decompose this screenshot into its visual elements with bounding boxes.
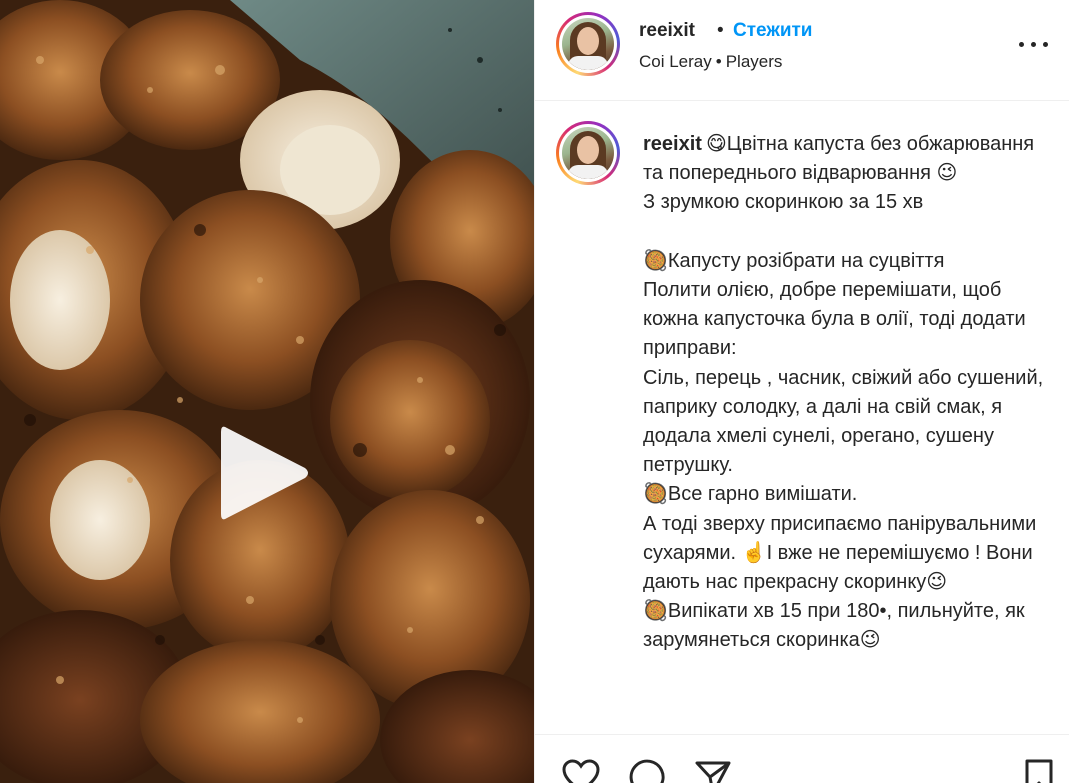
more-options-button[interactable] (1017, 30, 1051, 58)
header-separator: • (717, 20, 724, 41)
play-icon (221, 426, 308, 520)
caption-text: 😋Цвітна капуста без обжарювання та попер… (643, 133, 1044, 652)
follow-button[interactable]: Стежити (733, 20, 812, 42)
comment-icon (629, 759, 665, 783)
comment-button[interactable] (627, 757, 667, 783)
post-details-panel: reeixit • Стежити Coi Leray • Players reei… (534, 0, 1069, 783)
share-icon (695, 761, 731, 783)
save-button[interactable] (1021, 757, 1061, 783)
comments-scroll-area[interactable]: reeixit 😋Цвітна капуста без обжарювання т… (535, 102, 1069, 734)
post-video[interactable] (0, 0, 534, 783)
author-username[interactable]: reeixit (639, 20, 695, 42)
more-dot-icon (1043, 42, 1048, 47)
author-avatar[interactable] (556, 12, 620, 76)
share-button[interactable] (693, 757, 733, 783)
more-dot-icon (1031, 42, 1036, 47)
video-frame (0, 0, 534, 783)
audio-track: Players (725, 52, 783, 71)
post-caption: reeixit 😋Цвітна капуста без обжарювання т… (643, 130, 1055, 656)
like-button[interactable] (561, 757, 601, 783)
audio-separator: • (715, 52, 722, 71)
caption-author-avatar[interactable] (556, 121, 620, 185)
heart-icon (562, 759, 600, 783)
audio-artist: Coi Leray (639, 52, 712, 71)
post-header: reeixit • Стежити Coi Leray • Players (535, 0, 1069, 101)
caption-username[interactable]: reeixit (643, 133, 702, 155)
action-bar (535, 734, 1069, 783)
more-dot-icon (1019, 42, 1024, 47)
bookmark-icon (1025, 759, 1053, 783)
audio-info[interactable]: Coi Leray • Players (639, 52, 782, 72)
play-button[interactable] (207, 418, 317, 528)
